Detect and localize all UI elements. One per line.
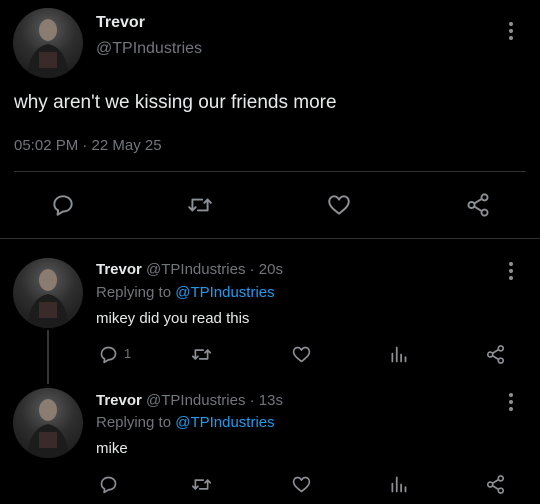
retweet-icon[interactable] xyxy=(191,474,212,495)
handle[interactable]: @TPIndustries xyxy=(146,261,245,278)
replying-to: Replying to @TPIndustries xyxy=(96,414,275,431)
reply-icon[interactable] xyxy=(50,192,76,218)
retweet-icon[interactable] xyxy=(187,192,213,218)
reply-header: Trevor @TPIndustries · 20s xyxy=(96,261,283,278)
thread-line xyxy=(47,330,49,384)
share-icon[interactable] xyxy=(485,344,506,365)
reply-icon[interactable] xyxy=(98,344,119,365)
divider xyxy=(0,238,540,239)
handle[interactable]: @TPIndustries xyxy=(96,40,202,58)
tweet-timestamp: 05:02 PM · 22 May 25 xyxy=(14,137,162,154)
display-name[interactable]: Trevor xyxy=(96,392,142,409)
reply-text: mike xyxy=(96,440,128,457)
reply-age: · 20s xyxy=(249,261,283,278)
divider xyxy=(14,171,526,172)
like-icon[interactable] xyxy=(291,344,312,365)
display-name[interactable]: Trevor xyxy=(96,261,142,278)
avatar[interactable] xyxy=(13,8,83,78)
avatar[interactable] xyxy=(13,258,83,328)
like-icon[interactable] xyxy=(291,474,312,495)
more-options-icon[interactable] xyxy=(506,393,516,414)
replying-to-label: Replying to xyxy=(96,414,172,431)
reply-age: · 13s xyxy=(249,392,283,409)
analytics-icon[interactable] xyxy=(388,344,409,365)
display-name[interactable]: Trevor xyxy=(96,14,145,32)
reply-header: Trevor @TPIndustries · 13s xyxy=(96,392,283,409)
replying-to-label: Replying to xyxy=(96,284,172,301)
handle[interactable]: @TPIndustries xyxy=(146,392,245,409)
analytics-icon[interactable] xyxy=(388,474,409,495)
share-icon[interactable] xyxy=(485,474,506,495)
more-options-icon[interactable] xyxy=(506,262,516,283)
reply-count: 1 xyxy=(124,346,132,361)
avatar[interactable] xyxy=(13,388,83,458)
replying-to-handle[interactable]: @TPIndustries xyxy=(175,284,274,301)
more-options-icon[interactable] xyxy=(506,22,516,43)
share-icon[interactable] xyxy=(465,192,491,218)
replying-to: Replying to @TPIndustries xyxy=(96,284,275,301)
reply-icon[interactable] xyxy=(98,474,119,495)
like-icon[interactable] xyxy=(326,192,352,218)
replying-to-handle[interactable]: @TPIndustries xyxy=(175,414,274,431)
tweet-text: why aren't we kissing our friends more xyxy=(14,92,337,113)
retweet-icon[interactable] xyxy=(191,344,212,365)
reply-text: mikey did you read this xyxy=(96,310,250,327)
